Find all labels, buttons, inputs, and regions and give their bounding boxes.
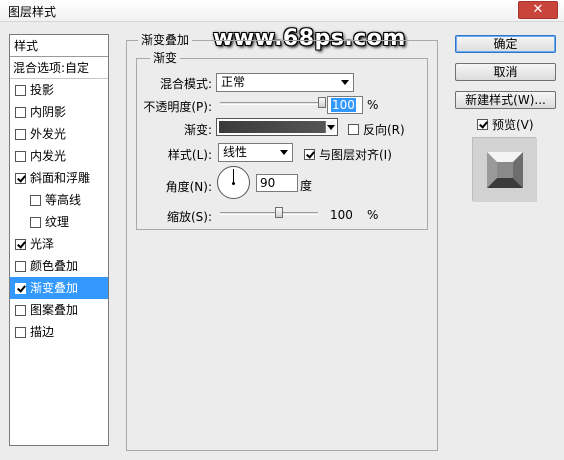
chevron-down-icon[interactable] xyxy=(325,121,335,133)
blend-options-item[interactable]: 混合选项:自定 xyxy=(10,57,108,79)
style-item-checkbox[interactable] xyxy=(30,194,41,206)
style-item[interactable]: 投影 xyxy=(10,79,108,101)
style-item-label: 描边 xyxy=(30,325,55,339)
style-item[interactable]: 光泽 xyxy=(10,233,108,255)
angle-input[interactable]: 90 xyxy=(256,174,298,192)
angle-dial[interactable] xyxy=(217,166,250,199)
style-item-checkbox[interactable] xyxy=(15,150,26,162)
blend-mode-select[interactable]: 正常 xyxy=(216,73,354,92)
style-item[interactable]: 图案叠加 xyxy=(10,299,108,321)
scale-slider-track[interactable] xyxy=(220,212,318,215)
scale-slider-thumb[interactable] xyxy=(274,207,283,218)
style-item[interactable]: 描边 xyxy=(10,321,108,343)
scale-label: 缩放(S): xyxy=(166,210,212,224)
chevron-down-icon xyxy=(280,150,288,155)
scale-input[interactable]: 100 xyxy=(326,206,364,224)
style-item[interactable]: 外发光 xyxy=(10,123,108,145)
style-value: 线性 xyxy=(223,145,248,159)
close-icon: ✕ xyxy=(532,2,544,17)
preview-label: 预览(V) xyxy=(492,118,534,132)
angle-needle xyxy=(233,169,234,183)
style-item-label: 投影 xyxy=(30,83,55,97)
style-item-label: 内阴影 xyxy=(30,105,67,119)
angle-label: 角度(N): xyxy=(165,180,212,194)
style-item-checkbox[interactable] xyxy=(15,172,26,184)
style-item-checkbox[interactable] xyxy=(15,106,26,118)
gradient-subgroup-title: 渐变 xyxy=(150,49,181,66)
cancel-button[interactable]: 取消 xyxy=(455,63,556,81)
ok-button[interactable]: 确定 xyxy=(455,35,556,53)
close-button[interactable]: ✕ xyxy=(518,1,558,19)
opacity-value: 100 xyxy=(331,98,356,112)
opacity-slider-track[interactable] xyxy=(220,102,322,105)
opacity-unit: % xyxy=(367,98,379,112)
style-item-label: 内发光 xyxy=(30,149,67,163)
styles-list: 样式 混合选项:自定 投影内阴影外发光内发光斜面和浮雕等高线纹理光泽颜色叠加渐变… xyxy=(9,34,109,446)
style-item-label: 外发光 xyxy=(30,127,67,141)
new-style-button[interactable]: 新建样式(W)... xyxy=(455,91,556,109)
blend-options-label: 混合选项:自定 xyxy=(13,60,90,75)
angle-value: 90 xyxy=(260,176,276,190)
style-item[interactable]: 纹理 xyxy=(10,211,108,233)
style-item-checkbox[interactable] xyxy=(30,216,41,228)
reverse-label: 反向(R) xyxy=(363,123,405,137)
style-item-checkbox[interactable] xyxy=(15,282,26,294)
style-item-label: 图案叠加 xyxy=(30,303,79,317)
style-item-checkbox[interactable] xyxy=(15,326,26,338)
align-with-layer-checkbox[interactable] xyxy=(304,149,315,160)
opacity-label: 不透明度(P): xyxy=(143,100,212,114)
bevel-preview-image xyxy=(473,138,537,202)
title-bar: 图层样式 ✕ xyxy=(0,0,564,22)
style-item[interactable]: 斜面和浮雕 xyxy=(10,167,108,189)
style-item[interactable]: 内发光 xyxy=(10,145,108,167)
opacity-input[interactable]: 100 xyxy=(327,96,363,114)
preview-option[interactable]: 预览(V) xyxy=(477,116,534,133)
align-option[interactable]: 与图层对齐(I) xyxy=(304,146,392,163)
gradient-overlay-title: 渐变叠加 xyxy=(138,31,193,48)
reverse-checkbox[interactable] xyxy=(348,124,359,135)
style-item-label: 等高线 xyxy=(45,193,82,207)
style-item-checkbox[interactable] xyxy=(15,304,26,316)
align-label: 与图层对齐(I) xyxy=(319,148,392,162)
chevron-down-icon xyxy=(341,80,349,85)
style-label: 样式(L): xyxy=(167,148,212,162)
style-item-checkbox[interactable] xyxy=(15,128,26,140)
style-item[interactable]: 等高线 xyxy=(10,189,108,211)
style-item-label: 渐变叠加 xyxy=(30,281,79,295)
style-item-label: 纹理 xyxy=(45,215,70,229)
style-item[interactable]: 渐变叠加 xyxy=(10,277,108,299)
preview-checkbox[interactable] xyxy=(477,119,488,130)
style-item-checkbox[interactable] xyxy=(15,238,26,250)
style-item-label: 光泽 xyxy=(30,237,55,251)
opacity-slider-thumb[interactable] xyxy=(318,97,326,108)
gradient-picker[interactable] xyxy=(216,118,338,136)
angle-unit: 度 xyxy=(300,179,313,193)
scale-unit: % xyxy=(367,208,379,222)
scale-value: 100 xyxy=(330,208,353,222)
styles-list-header: 样式 xyxy=(10,35,108,57)
blend-mode-value: 正常 xyxy=(221,75,246,89)
blend-mode-label: 混合模式: xyxy=(159,77,212,91)
style-preview-thumbnail xyxy=(472,137,537,202)
gradient-preview xyxy=(219,121,325,133)
style-item-label: 颜色叠加 xyxy=(30,259,79,273)
style-item[interactable]: 内阴影 xyxy=(10,101,108,123)
dialog-title: 图层样式 xyxy=(8,5,57,19)
angle-center-dot xyxy=(232,182,235,185)
style-select[interactable]: 线性 xyxy=(218,143,293,162)
style-item[interactable]: 颜色叠加 xyxy=(10,255,108,277)
style-item-label: 斜面和浮雕 xyxy=(30,171,91,185)
style-item-checkbox[interactable] xyxy=(15,84,26,96)
style-item-checkbox[interactable] xyxy=(15,260,26,272)
reverse-option[interactable]: 反向(R) xyxy=(348,121,405,138)
gradient-label: 渐变: xyxy=(183,123,212,137)
